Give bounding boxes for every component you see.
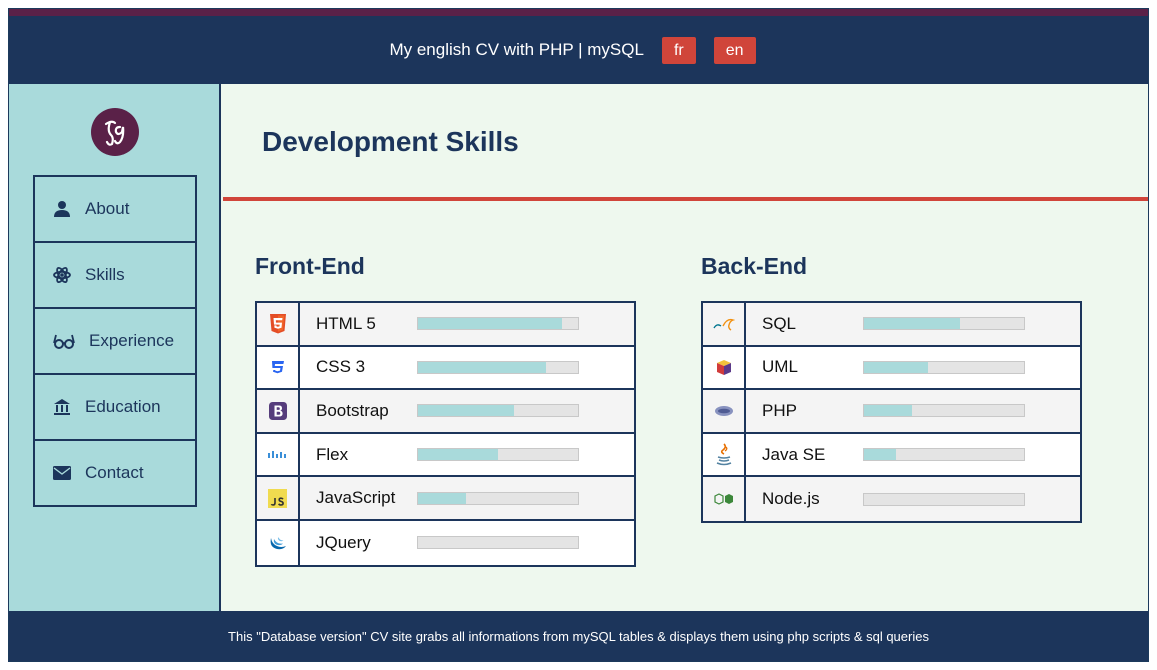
skill-level-bar	[417, 360, 579, 374]
backend-skill-table: SQL UML PHP Java SE Node.js	[701, 301, 1082, 523]
header: My english CV with PHP | mySQL fr en	[9, 16, 1148, 84]
skill-row: PHP	[703, 390, 1080, 434]
skill-name: Bootstrap	[316, 400, 389, 420]
footer-text: This "Database version" CV site grabs al…	[228, 628, 929, 644]
jg-monogram-logo[interactable]	[91, 108, 139, 156]
skill-row: JavaScript	[257, 477, 634, 521]
skill-name: JQuery	[316, 532, 371, 552]
skill-level-bar	[863, 317, 1025, 331]
skill-name: SQL	[762, 313, 797, 333]
skill-row: Bootstrap	[257, 390, 634, 434]
skill-level-bar	[863, 404, 1025, 418]
skill-row: CSS 3	[257, 346, 634, 391]
skill-level-fill	[864, 405, 912, 417]
sidebar-item-contact[interactable]: Contact	[35, 441, 195, 505]
frontend-skill-table: HTML 5 CSS 3 Bootstrap Flex JavaScript J…	[255, 301, 636, 567]
sidebar-item-label: About	[85, 199, 130, 218]
sidebar-item-label: Contact	[85, 463, 144, 482]
skill-level-fill	[864, 361, 928, 373]
institution-icon	[51, 396, 73, 418]
sidebar-item-about[interactable]: About	[35, 177, 195, 243]
mysql-icon	[703, 303, 746, 345]
sidebar-item-skills[interactable]: Skills	[35, 243, 195, 309]
page-title: Development Skills	[262, 126, 519, 157]
flex-icon	[257, 433, 300, 476]
php-icon	[703, 390, 746, 432]
java-icon	[703, 433, 746, 476]
skill-level-bar	[863, 360, 1025, 374]
backend-column: Back-End SQL UML PHP Java SE Node.js	[701, 253, 1082, 523]
skill-level-fill	[864, 318, 960, 330]
sidebar-nav: About Skills Experience Education Contac…	[33, 175, 197, 507]
lang-button-en[interactable]: en	[713, 36, 756, 64]
skill-row: Node.js	[703, 477, 1080, 521]
skill-row: Java SE	[703, 433, 1080, 478]
skill-name: CSS 3	[316, 357, 366, 377]
bootstrap-icon	[257, 390, 300, 432]
lang-button-fr[interactable]: fr	[661, 36, 696, 64]
sidebar: About Skills Experience Education Contac…	[9, 84, 221, 613]
uml-icon	[703, 346, 746, 389]
sidebar-item-education[interactable]: Education	[35, 375, 195, 441]
skill-row: UML	[703, 346, 1080, 391]
top-accent-bar	[9, 9, 1148, 16]
skill-name: PHP	[762, 400, 797, 420]
skill-level-fill	[418, 492, 466, 504]
frontend-column: Front-End HTML 5 CSS 3 Bootstrap Flex Ja…	[255, 253, 636, 567]
sidebar-item-label: Experience	[89, 331, 175, 350]
skill-level-fill	[418, 405, 514, 417]
skill-level-bar	[417, 317, 579, 331]
header-title: My english CV with PHP | mySQL	[389, 40, 644, 59]
skill-row: HTML 5	[257, 303, 634, 347]
skill-name: JavaScript	[316, 488, 396, 508]
skill-name: Node.js	[762, 489, 820, 509]
skill-level-fill	[418, 449, 498, 461]
skill-level-bar	[863, 492, 1025, 506]
frontend-title: Front-End	[255, 253, 365, 279]
skill-row: Flex	[257, 433, 634, 478]
skill-level-fill	[864, 449, 896, 461]
main-content: Development Skills Front-End HTML 5 CSS …	[223, 84, 1148, 613]
skill-name: Java SE	[762, 444, 826, 464]
jquery-icon	[257, 520, 300, 565]
skill-level-bar	[417, 448, 579, 462]
html5-icon	[257, 303, 300, 345]
skill-name: HTML 5	[316, 313, 376, 333]
glasses-icon	[51, 330, 77, 352]
backend-title: Back-End	[701, 253, 808, 279]
sidebar-item-experience[interactable]: Experience	[35, 309, 195, 375]
skill-row: JQuery	[257, 520, 634, 565]
nodejs-icon	[703, 477, 746, 521]
css3-icon	[257, 346, 300, 389]
skill-level-bar	[863, 448, 1025, 462]
skill-name: Flex	[316, 444, 349, 464]
sidebar-item-label: Education	[85, 397, 161, 416]
atom-icon	[51, 264, 73, 286]
envelope-icon	[51, 462, 73, 484]
user-icon	[51, 198, 73, 220]
javascript-icon	[257, 477, 300, 519]
page-header: Development Skills	[223, 84, 1148, 201]
skill-level-bar	[417, 404, 579, 418]
skill-level-bar	[417, 536, 579, 550]
skill-level-fill	[418, 318, 562, 330]
skill-level-fill	[418, 361, 546, 373]
app-frame: My english CV with PHP | mySQL fr en Abo…	[8, 8, 1149, 662]
footer: This "Database version" CV site grabs al…	[9, 611, 1148, 661]
sidebar-item-label: Skills	[85, 265, 125, 284]
skill-level-bar	[417, 491, 579, 505]
skill-row: SQL	[703, 303, 1080, 347]
skill-name: UML	[762, 357, 798, 377]
